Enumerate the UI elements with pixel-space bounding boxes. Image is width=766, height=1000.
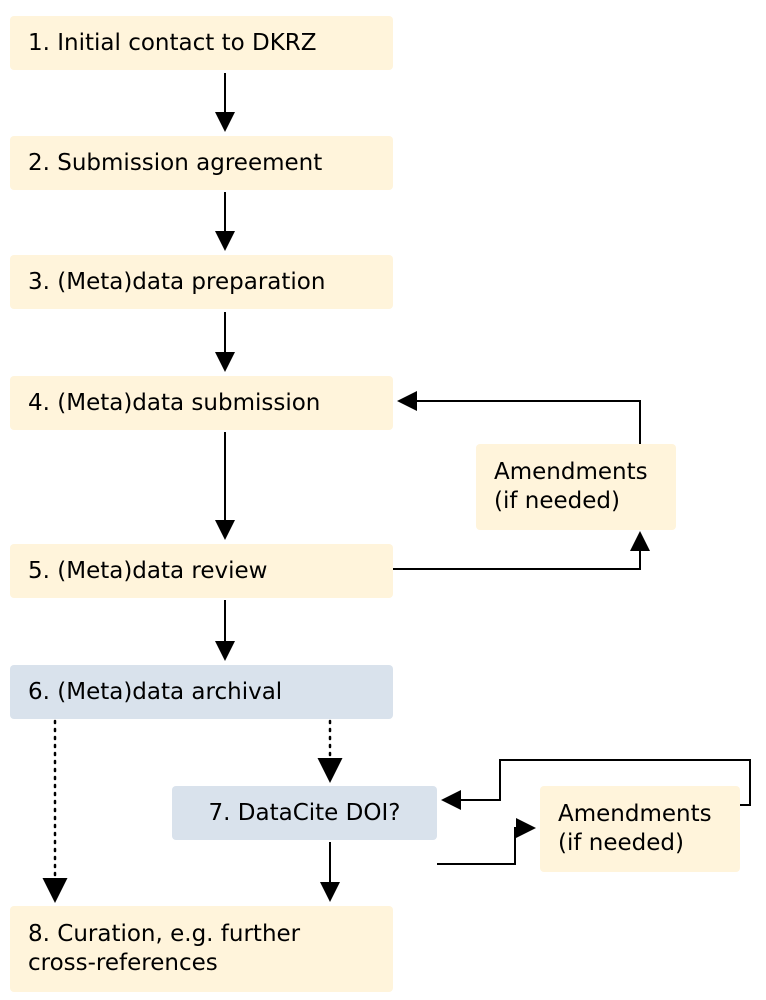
step-2-submission-agreement: 2. Submission agreement [10,136,393,190]
amend2-line-1: Amendments [558,801,712,827]
amend2-line-2: (if needed) [558,830,684,856]
arrow-7-to-amend2 [437,828,532,864]
step-4-metadata-submission: 4. (Meta)data submission [10,376,393,430]
amendments-box-1: Amendments (if needed) [476,444,676,530]
step-8-line-1: 8. Curation, e.g. further [28,921,300,947]
step-1-initial-contact: 1. Initial contact to DKRZ [10,16,393,70]
step-5-metadata-review: 5. (Meta)data review [10,544,393,598]
arrow-5-to-amend1 [393,535,640,569]
step-8-curation: 8. Curation, e.g. further cross-referenc… [10,906,393,992]
step-7-datacite-doi: 7. DataCite DOI? [172,786,437,840]
amend1-line-2: (if needed) [494,488,620,514]
amendments-box-2: Amendments (if needed) [540,786,740,872]
step-8-line-2: cross-references [28,950,218,976]
step-6-metadata-archival: 6. (Meta)data archival [10,665,393,719]
step-3-metadata-preparation: 3. (Meta)data preparation [10,255,393,309]
amend1-line-1: Amendments [494,459,648,485]
arrow-amend1-to-4 [401,401,640,444]
